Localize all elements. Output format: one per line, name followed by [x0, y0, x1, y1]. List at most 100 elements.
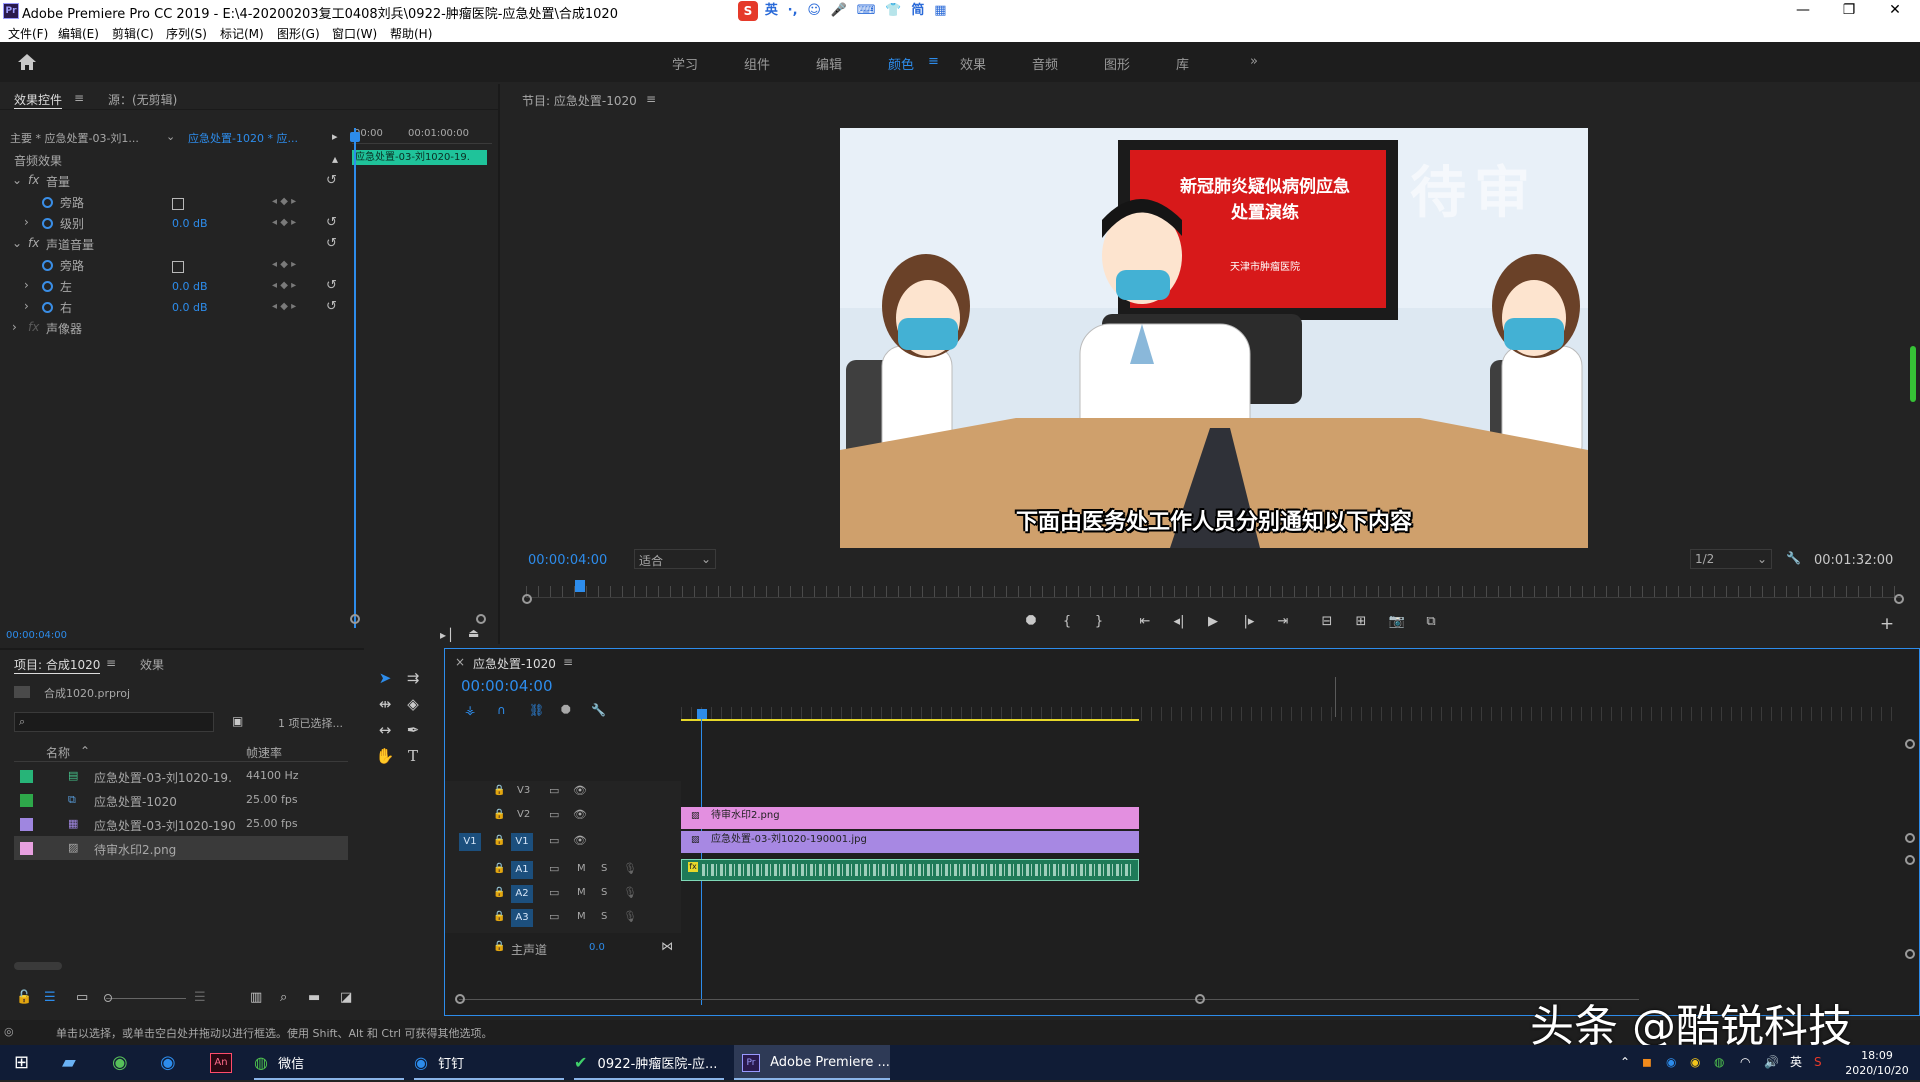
keyframe-nav-icon[interactable]: ◂ ◆ ▸ — [272, 280, 296, 291]
menu-file[interactable]: 文件(F) — [8, 25, 48, 42]
expand-volume-icon[interactable]: ⌄ — [12, 173, 22, 187]
program-zoom-left[interactable] — [522, 594, 532, 604]
file-explorer-icon[interactable]: ▰ — [62, 1045, 76, 1080]
taskbar-dingtalk[interactable]: ◉ 钉钉 — [414, 1045, 564, 1080]
track-a2-label[interactable]: A2 — [511, 885, 533, 903]
lock-track-icon[interactable]: 🔒 — [493, 887, 505, 898]
lock-track-icon[interactable]: 🔒 — [493, 863, 505, 874]
restore-button[interactable]: ❐ — [1826, 0, 1872, 22]
browser-360-icon[interactable]: ◉ — [112, 1045, 128, 1080]
mute-button[interactable]: M — [577, 887, 586, 898]
reset-channel-icon[interactable]: ↺ — [326, 236, 337, 251]
close-button[interactable]: ✕ — [1872, 0, 1918, 22]
list-view-icon[interactable]: ☰ — [44, 990, 56, 1005]
linked-selection-icon[interactable]: ⛓ — [529, 703, 544, 717]
timeline-vscroll-top[interactable] — [1905, 739, 1915, 749]
program-menu-icon[interactable]: ≡ — [646, 92, 656, 106]
taskbar-premiere[interactable]: Pr Adobe Premiere ... — [734, 1045, 890, 1080]
left-value[interactable]: 0.0 dB — [172, 280, 208, 293]
tray-360-icon[interactable]: ◉ — [1690, 1045, 1700, 1080]
settings-wrench-icon[interactable]: 🔧 — [1786, 551, 1801, 565]
expand-right-icon[interactable]: › — [24, 299, 29, 313]
fx-volume-badge[interactable]: fx — [28, 173, 39, 187]
lift-icon[interactable]: ⊟ — [1316, 614, 1338, 632]
lock-track-icon[interactable]: 🔒 — [493, 835, 505, 846]
sogou-ime-icon[interactable]: S — [738, 1, 758, 21]
workspace-libraries[interactable]: 库 — [1176, 54, 1189, 73]
fx-panner-badge[interactable]: fx — [28, 320, 39, 334]
animate-app-icon[interactable]: An — [210, 1053, 232, 1073]
label-swatch[interactable] — [20, 818, 33, 831]
menu-clip[interactable]: 剪辑(C) — [112, 25, 154, 42]
track-v1-label[interactable]: V1 — [511, 833, 533, 851]
extract-icon[interactable]: ⊞ — [1350, 614, 1372, 632]
search-input[interactable] — [35, 714, 205, 730]
timeline-playhead-handle[interactable] — [697, 709, 707, 719]
expand-level-icon[interactable]: › — [24, 215, 29, 229]
program-video-frame[interactable]: 新冠肺炎疑似病例应急 处置演练 天津市肿瘤医院 待审 下面由医务处工作人员分别通… — [840, 128, 1588, 548]
solo-button[interactable]: S — [601, 887, 607, 898]
taskbar-clock[interactable]: 18:09 2020/10/20 — [1842, 1045, 1912, 1080]
lock-track-icon[interactable]: 🔒 — [493, 911, 505, 922]
sync-lock-icon[interactable]: ▭ — [549, 784, 559, 797]
tray-wechat-icon[interactable]: ◍ — [1714, 1045, 1724, 1080]
export-frame-icon[interactable]: 📷 — [1386, 614, 1408, 632]
minimize-button[interactable]: — — [1780, 0, 1826, 22]
tray-dingtalk-icon[interactable]: ◉ — [1666, 1045, 1676, 1080]
tray-app-icon[interactable]: ◼ — [1642, 1045, 1652, 1080]
program-title[interactable]: 节目: 应急处置-1020 — [522, 92, 637, 109]
tray-sogou-icon[interactable]: S — [1814, 1045, 1822, 1080]
list-item-selected[interactable]: ▨ 待审水印2.png — [14, 836, 348, 860]
taskbar-folder[interactable]: ✔ 0922-肿瘤医院-应... — [574, 1045, 724, 1080]
workspace-learn[interactable]: 学习 — [672, 54, 698, 73]
lock-track-icon[interactable]: 🔒 — [493, 785, 505, 796]
expand-left-icon[interactable]: › — [24, 278, 29, 292]
col-rate[interactable]: 帧速率 — [246, 744, 282, 761]
razor-tool-icon[interactable]: ◈ — [400, 692, 426, 716]
ime-punctuation[interactable]: ·, — [785, 1, 801, 20]
track-a3-label[interactable]: A3 — [511, 909, 533, 927]
master-value[interactable]: 0.0 — [589, 942, 605, 953]
project-search[interactable]: ⌕ — [14, 712, 214, 732]
ime-language[interactable]: 英 — [762, 1, 781, 20]
play-only-icon[interactable]: ▸ — [332, 130, 338, 143]
solo-button[interactable]: S — [601, 911, 607, 922]
sequence-clip-label[interactable]: 应急处置-1020 * 应... — [188, 130, 298, 146]
taskbar-wechat[interactable]: ◍ 微信 — [254, 1045, 404, 1080]
fit-dropdown[interactable]: 适合 ⌄ — [634, 549, 716, 569]
label-swatch[interactable] — [20, 842, 33, 855]
zoom-slider[interactable] — [106, 998, 186, 999]
timeline-settings-icon[interactable]: 🔧 — [591, 703, 606, 717]
selection-tool-icon[interactable]: ➤ — [372, 666, 398, 690]
work-area-bar[interactable] — [681, 719, 1139, 721]
track-a1-label[interactable]: A1 — [511, 861, 533, 879]
reset-left-icon[interactable]: ↺ — [326, 278, 337, 293]
reset-right-icon[interactable]: ↺ — [326, 299, 337, 314]
workspace-effects[interactable]: 效果 — [960, 54, 986, 73]
step-forward-icon[interactable]: |▸ — [1238, 614, 1260, 632]
track-v3-label[interactable]: V3 — [517, 785, 530, 796]
project-menu-icon[interactable]: ≡ — [106, 656, 116, 670]
program-timecode[interactable]: 00:00:04:00 — [528, 553, 607, 568]
workspace-graphics[interactable]: 图形 — [1104, 54, 1130, 73]
ripple-icon[interactable]: ⏏ — [468, 626, 479, 640]
program-playhead[interactable] — [575, 580, 585, 592]
timeline-vscroll-a[interactable] — [1905, 855, 1915, 865]
fx-channel-badge[interactable]: fx — [28, 236, 39, 250]
sort-asc-icon[interactable]: ⌃ — [80, 744, 90, 758]
timeline-hscroll[interactable] — [459, 999, 1639, 1000]
lock-track-icon[interactable]: 🔒 — [493, 809, 505, 820]
hand-tool-icon[interactable]: ✋ — [372, 744, 398, 768]
reset-level-icon[interactable]: ↺ — [326, 215, 337, 230]
lock-icon[interactable]: 🔓 — [16, 990, 32, 1005]
effect-ruler[interactable]: 00:00 00:01:00:00 — [352, 128, 492, 144]
type-tool-icon[interactable]: T — [400, 744, 426, 768]
list-item[interactable]: ▦ 应急处置-03-刘1020-190 25.00 fps — [14, 812, 348, 836]
timeline-title[interactable]: 应急处置-1020 — [473, 655, 556, 672]
ime-keyboard-icon[interactable]: ⌨ — [854, 1, 879, 20]
label-swatch[interactable] — [20, 770, 33, 783]
dropdown-chevron-icon[interactable]: ⌄ — [166, 130, 175, 143]
col-name[interactable]: 名称 — [46, 744, 70, 761]
right-value[interactable]: 0.0 dB — [172, 301, 208, 314]
timeline-menu-icon[interactable]: ≡ — [563, 655, 573, 669]
